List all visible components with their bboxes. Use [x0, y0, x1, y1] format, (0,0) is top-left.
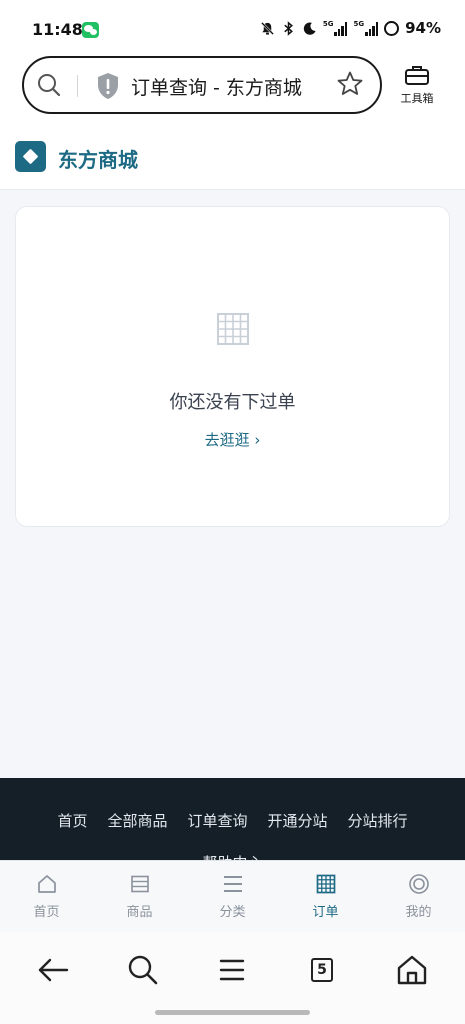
battery-percent: 94%: [405, 19, 441, 37]
footer-link-home[interactable]: 首页: [57, 810, 87, 831]
footer-links: 首页 全部商品 订单查询 开通分站 分站排行: [0, 810, 465, 831]
tab-categories[interactable]: 分类: [186, 861, 279, 932]
browser-toolbar: 订单查询 - 东方商城 工具箱: [0, 56, 465, 120]
search-icon[interactable]: [36, 72, 62, 98]
signal-strength-icon-2: [365, 21, 379, 36]
tab-products[interactable]: 商品: [93, 861, 186, 932]
address-bar[interactable]: 订单查询 - 东方商城: [22, 56, 382, 114]
home-icon: [37, 875, 56, 893]
back-arrow-icon[interactable]: [35, 952, 71, 988]
bottom-tab-bar: 首页 商品 分类 订单 我的: [0, 860, 465, 932]
list-icon: [130, 875, 149, 893]
tab-orders[interactable]: 订单: [279, 861, 372, 932]
tabs-count: 5: [311, 958, 333, 982]
profile-icon: [408, 874, 429, 894]
status-indicators: 5G 5G 94%: [260, 19, 441, 37]
tab-label-profile: 我的: [405, 905, 432, 920]
wechat-notification-icon: [82, 22, 99, 38]
site-header: 东方商城: [0, 120, 465, 190]
bookmark-star-icon[interactable]: [336, 70, 364, 98]
tabs-overview-button[interactable]: 5: [304, 952, 340, 988]
grid-icon: [316, 874, 335, 894]
network-label-2: 5G: [353, 19, 365, 28]
brand-logo[interactable]: [15, 141, 46, 172]
go-shopping-link[interactable]: 去逛逛 ›: [16, 429, 449, 450]
signal-strength-icon-1: [334, 21, 348, 36]
footer-link-open-substation[interactable]: 开通分站: [268, 810, 328, 831]
network-label-1: 5G: [322, 19, 334, 28]
battery-icon: [384, 20, 400, 36]
footer-link-order-query[interactable]: 订单查询: [187, 810, 247, 831]
security-shield-icon[interactable]: [96, 72, 120, 100]
menu-icon[interactable]: [214, 952, 250, 988]
tab-label-categories: 分类: [219, 905, 246, 920]
site-footer: 首页 全部商品 订单查询 开通分站 分站排行 帮助中心: [0, 778, 465, 868]
toolbox-icon: [405, 66, 429, 85]
bluetooth-icon: [284, 20, 293, 36]
mute-bell-icon: [260, 21, 274, 35]
tab-home[interactable]: 首页: [0, 861, 93, 932]
empty-orders-grid-icon: [217, 313, 249, 345]
status-time: 11:48: [32, 20, 83, 39]
search-icon[interactable]: [125, 952, 161, 988]
address-divider: [77, 75, 78, 97]
gesture-home-indicator[interactable]: [155, 1010, 310, 1015]
browser-bottom-nav: 5: [0, 932, 465, 1024]
status-bar: 11:48 5G 5G 94%: [0, 0, 465, 56]
brand-name[interactable]: 东方商城: [58, 144, 138, 173]
home-icon[interactable]: [394, 952, 430, 988]
toolbox-label: 工具箱: [400, 92, 434, 105]
empty-orders-message: 你还没有下过单: [169, 392, 296, 413]
page-title-in-address-bar[interactable]: 订单查询 - 东方商城: [131, 73, 302, 100]
empty-orders-card: 你还没有下过单 去逛逛 ›: [15, 206, 450, 527]
moon-icon: [303, 22, 316, 35]
footer-link-substation-ranking[interactable]: 分站排行: [348, 810, 408, 831]
tab-label-orders: 订单: [312, 905, 339, 920]
footer-link-all-products[interactable]: 全部商品: [107, 810, 167, 831]
toolbox-button[interactable]: 工具箱: [397, 64, 437, 106]
tab-label-products: 商品: [126, 905, 153, 920]
tab-profile[interactable]: 我的: [372, 861, 465, 932]
menu-icon: [223, 876, 242, 892]
tab-label-home: 首页: [33, 905, 60, 920]
